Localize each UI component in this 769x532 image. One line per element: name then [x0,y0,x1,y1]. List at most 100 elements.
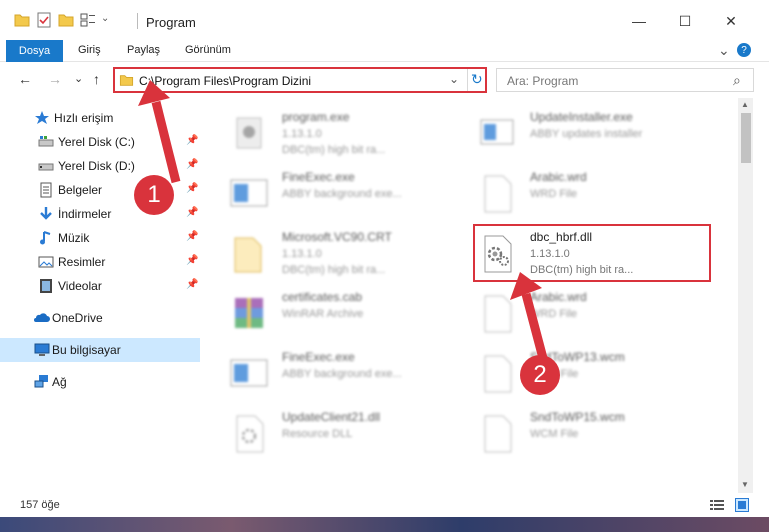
sidebar-item-label: İndirmeler [58,207,112,221]
details-view-icon[interactable] [710,499,724,511]
sidebar-item-label: Yerel Disk (C:) [58,135,135,149]
refresh-button[interactable]: ↻ [471,71,483,88]
forward-button[interactable]: → [48,71,62,87]
downloads-icon [40,207,52,220]
sidebar-item-network[interactable]: Ağ [0,370,200,394]
help-button[interactable]: ? [737,43,751,57]
file-description: DBC(tm) high bit ra... [282,264,386,276]
pin-icon: 📌 [186,231,199,242]
title-bar: Program — ☐ ✕ [0,0,769,40]
window-exe-icon [230,359,268,387]
properties-icon[interactable] [36,12,52,28]
folder-file-icon [234,237,262,273]
sidebar-item-label: Yerel Disk (D:) [58,159,135,173]
exe-icon [236,117,262,149]
recent-locations-button[interactable]: ⌄ [74,72,83,85]
file-item[interactable]: UpdateClient21.dll Resource DLL [227,406,467,462]
sidebar-item-label: Belgeler [58,183,103,197]
minimize-button[interactable]: — [616,8,662,34]
up-button[interactable]: ↑ [93,71,100,87]
item-count: 157 öğe [20,499,60,511]
file-name: SndToWP15.wcm [530,410,625,424]
file-item[interactable]: FineExec.exe ABBY background exe... [227,346,467,402]
computer-icon [34,343,50,356]
step-badge-2: 2 [520,355,560,395]
file-item[interactable]: program.exe 1.13.1.0 DBC(tm) high bit ra… [227,106,467,162]
videos-icon [40,279,52,293]
scrollbar-thumb[interactable] [741,113,751,163]
pictures-icon [38,256,54,268]
file-item[interactable]: SndToWP15.wcm WCM File [475,406,715,462]
sidebar-item-label: Hızlı erişim [54,111,114,125]
sidebar-item-label: OneDrive [52,311,103,325]
music-icon [40,231,51,245]
maximize-button[interactable]: ☐ [662,8,708,34]
search-input[interactable]: Ara: Program [507,74,578,88]
close-button[interactable]: ✕ [708,8,754,34]
title-separator [137,13,138,29]
star-icon [35,111,49,124]
scroll-down-arrow-icon[interactable]: ▼ [741,480,749,489]
file-description: WRD File [530,188,578,200]
pin-icon: 📌 [186,255,199,266]
file-name: certificates.cab [282,290,363,304]
sidebar-item-label: Resimler [58,255,106,269]
tab-file[interactable]: Dosya [6,40,63,62]
status-bar: 157 öğe [0,493,769,517]
file-description: DBC(tm) high bit ra... [282,144,386,156]
sidebar-item-pictures[interactable]: Resimler 📌 [0,250,200,274]
sidebar-item-music[interactable]: Müzik 📌 [0,226,200,250]
window-exe-icon [230,179,268,207]
blank-file-icon [484,415,512,453]
arrow-to-address-bar [138,80,181,184]
search-box[interactable]: Ara: Program ⌕ [496,68,754,92]
file-name: FineExec.exe [282,350,355,364]
pin-icon: 📌 [186,279,199,290]
sidebar-item-label: Bu bilgisayar [52,343,121,357]
file-name: program.exe [282,110,350,124]
file-name: FineExec.exe [282,170,355,184]
drive-icon [38,163,54,171]
sidebar-item-videos[interactable]: Videolar 📌 [0,274,200,298]
ribbon-collapse-button[interactable]: ⌄ [718,42,730,59]
pin-icon: 📌 [186,207,199,218]
sidebar-item-onedrive[interactable]: OneDrive [0,306,200,330]
sidebar-item-label: Videolar [58,279,102,293]
view-options-icon[interactable] [80,12,96,28]
search-icon[interactable]: ⌕ [733,72,741,89]
address-dropdown-button[interactable]: ⌄ [449,72,459,86]
file-description: WCM File [530,428,579,440]
address-divider [467,69,468,91]
installer-icon [480,119,514,145]
file-name: UpdateClient21.dll [282,410,381,424]
file-description: ABBY updates installer [530,128,643,140]
file-item[interactable]: Microsoft.VC90.CRT 1.13.1.0 DBC(tm) high… [227,226,467,282]
folder-icon [14,14,30,27]
file-description: Resource DLL [282,428,353,440]
customize-toolbar-icon[interactable] [102,12,112,28]
window-title: Program [146,15,196,30]
tab-view[interactable]: Görünüm [185,44,231,56]
sidebar-item-label: Müzik [58,231,90,245]
sidebar-item-label: Ağ [52,375,67,389]
file-description: ABBY background exe... [282,368,402,380]
file-list: program.exe 1.13.1.0 DBC(tm) high bit ra… [205,98,738,493]
tab-home[interactable]: Giriş [78,44,101,56]
archive-icon [235,298,263,328]
drive-icon [38,136,54,147]
sidebar-item-this-pc[interactable]: Bu bilgisayar [0,338,200,362]
file-description: WinRAR Archive [282,308,364,320]
file-version: 1.13.1.0 [282,128,322,140]
blank-file-icon [484,175,512,213]
scroll-up-arrow-icon[interactable]: ▲ [741,100,749,109]
back-button[interactable]: ← [18,71,32,87]
large-icons-view-icon[interactable] [735,498,749,512]
file-item[interactable]: FineExec.exe ABBY background exe... [227,166,467,222]
file-item[interactable]: Arabic.wrd WRD File [475,166,715,222]
new-folder-icon[interactable] [58,12,74,28]
tab-share[interactable]: Paylaş [127,44,160,56]
onedrive-icon [34,313,50,322]
file-item[interactable]: UpdateInstaller.exe ABBY updates install… [475,106,715,162]
file-item[interactable]: certificates.cab WinRAR Archive [227,286,467,342]
file-description: ABBY background exe... [282,188,402,200]
